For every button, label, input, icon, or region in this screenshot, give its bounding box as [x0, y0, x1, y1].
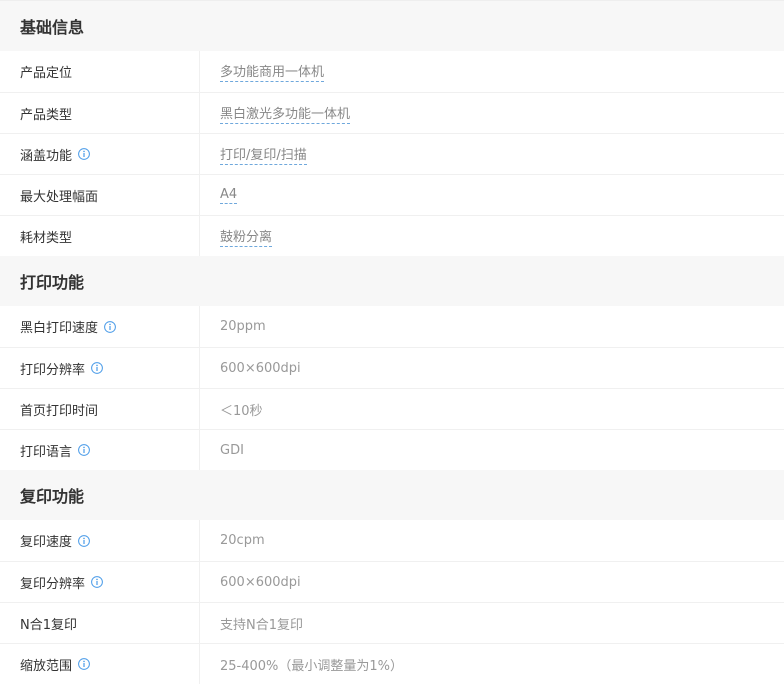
spec-label: 耗材类型 [20, 230, 73, 246]
spec-label: 产品类型 [20, 107, 73, 123]
spec-value-cell: GDI [200, 430, 784, 470]
section-title: 基础信息 [20, 18, 85, 37]
spec-row: 黑白打印速度 20ppm [0, 306, 784, 347]
spec-row: 耗材类型 鼓粉分离 [0, 215, 784, 256]
spec-label-cell: 复印分辨率 [0, 562, 200, 602]
spec-label: 缩放范围 [20, 658, 73, 674]
spec-label-cell: 打印分辨率 [0, 348, 200, 388]
spec-row: N合1复印 支持N合1复印 [0, 602, 784, 643]
info-icon[interactable] [91, 362, 103, 374]
spec-label: 打印语言 [20, 444, 73, 460]
spec-value: 600×600dpi [220, 360, 301, 376]
spec-label: 复印速度 [20, 535, 73, 550]
section-header-copy: 复印功能 [0, 470, 784, 520]
spec-value: GDI [220, 442, 244, 458]
spec-value-cell: 支持N合1复印 [200, 603, 784, 643]
section-title: 复印功能 [20, 487, 85, 506]
spec-row: 复印分辨率 600×600dpi [0, 561, 784, 602]
spec-value-cell: 黑白激光多功能一体机 [200, 93, 784, 133]
spec-label: 首页打印时间 [20, 403, 99, 419]
spec-label-cell: 耗材类型 [0, 216, 200, 256]
spec-table: 基础信息 产品定位 多功能商用一体机 产品类型 黑白激光多功能一体机 涵盖功能 … [0, 0, 784, 684]
spec-label-cell: 最大处理幅面 [0, 175, 200, 215]
spec-value-cell: 多功能商用一体机 [200, 51, 784, 92]
spec-label-cell: 首页打印时间 [0, 389, 200, 429]
section-title: 打印功能 [20, 273, 85, 292]
spec-row: 打印分辨率 600×600dpi [0, 347, 784, 388]
spec-value-link[interactable]: 打印/复印/扫描 [220, 144, 307, 165]
spec-value-cell: 20ppm [200, 306, 784, 347]
spec-value-link[interactable]: 多功能商用一体机 [220, 61, 325, 82]
spec-label-cell: 打印语言 [0, 430, 200, 470]
info-icon[interactable] [78, 658, 90, 670]
spec-label: 产品定位 [20, 66, 73, 81]
spec-value-link[interactable]: 鼓粉分离 [220, 226, 273, 247]
spec-row: 打印语言 GDI [0, 429, 784, 470]
info-icon[interactable] [78, 444, 90, 456]
spec-value-cell: 25-400%（最小调整量为1%） [200, 644, 784, 684]
spec-row: 复印速度 20cpm [0, 520, 784, 561]
spec-value-cell: 20cpm [200, 520, 784, 561]
spec-label-cell: N合1复印 [0, 603, 200, 643]
spec-value: 600×600dpi [220, 574, 301, 590]
section-header-basic: 基础信息 [0, 1, 784, 51]
info-icon[interactable] [91, 576, 103, 588]
spec-value-cell: 600×600dpi [200, 562, 784, 602]
spec-value-link[interactable]: 黑白激光多功能一体机 [220, 103, 351, 124]
spec-label: 复印分辨率 [20, 576, 86, 592]
spec-value-cell: 打印/复印/扫描 [200, 134, 784, 174]
spec-row: 产品类型 黑白激光多功能一体机 [0, 92, 784, 133]
spec-row: 缩放范围 25-400%（最小调整量为1%） [0, 643, 784, 684]
spec-value: 20ppm [220, 319, 266, 334]
spec-value-link[interactable]: A4 [220, 187, 238, 204]
spec-label-cell: 产品类型 [0, 93, 200, 133]
spec-value: 20cpm [220, 533, 265, 548]
info-icon[interactable] [78, 534, 90, 547]
spec-label-cell: 涵盖功能 [0, 134, 200, 174]
spec-value: ＜10秒 [220, 403, 263, 419]
spec-row: 最大处理幅面 A4 [0, 174, 784, 215]
spec-value: 25-400%（最小调整量为1%） [220, 658, 404, 674]
spec-label: 黑白打印速度 [20, 321, 99, 336]
spec-label: 涵盖功能 [20, 148, 73, 164]
spec-value-cell: ＜10秒 [200, 389, 784, 429]
spec-label-cell: 产品定位 [0, 51, 200, 92]
spec-label: 最大处理幅面 [20, 189, 99, 205]
spec-value-cell: A4 [200, 175, 784, 215]
spec-label-cell: 黑白打印速度 [0, 306, 200, 347]
info-icon[interactable] [78, 148, 90, 160]
section-header-print: 打印功能 [0, 256, 784, 306]
spec-row: 涵盖功能 打印/复印/扫描 [0, 133, 784, 174]
spec-row: 产品定位 多功能商用一体机 [0, 51, 784, 92]
spec-label: N合1复印 [20, 617, 77, 633]
spec-label-cell: 缩放范围 [0, 644, 200, 684]
spec-value-cell: 600×600dpi [200, 348, 784, 388]
spec-label-cell: 复印速度 [0, 520, 200, 561]
spec-value-cell: 鼓粉分离 [200, 216, 784, 256]
spec-value: 支持N合1复印 [220, 617, 303, 633]
spec-row: 首页打印时间 ＜10秒 [0, 388, 784, 429]
spec-label: 打印分辨率 [20, 362, 86, 378]
info-icon[interactable] [104, 320, 116, 333]
